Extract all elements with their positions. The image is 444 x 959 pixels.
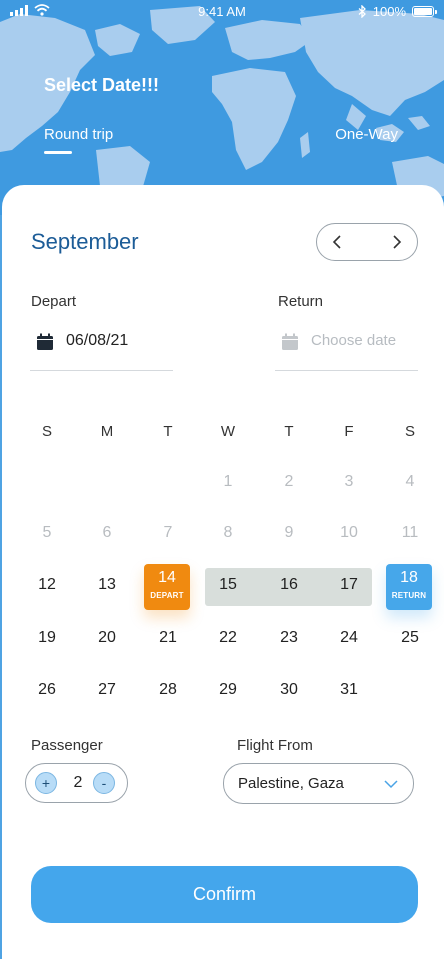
calendar-day[interactable]: 2 [269,473,309,491]
calendar-day[interactable]: 26 [27,681,67,699]
depart-date-field[interactable]: 06/08/21 [30,327,173,371]
calendar-day[interactable]: 31 [329,681,369,699]
calendar-day[interactable]: 27 [87,681,127,699]
return-date-field[interactable]: Choose date [275,327,418,371]
decrement-button[interactable]: - [93,772,115,794]
calendar-day[interactable]: 29 [208,681,248,699]
depart-label: Depart [31,293,77,310]
chevron-right-icon[interactable] [387,233,405,251]
calendar-day[interactable]: 8 [208,524,248,542]
weekday-label: M [100,423,114,440]
flight-from-value: Palestine, Gaza [238,775,344,792]
bluetooth-icon [358,5,366,18]
calendar-day[interactable]: 24 [329,629,369,647]
battery-percent: 100% [372,4,406,19]
status-bar: 9:41 AM 100% [0,4,444,22]
calendar-day[interactable]: 22 [208,629,248,647]
calendar-day[interactable]: 11 [390,524,430,542]
weekday-label: F [344,423,354,440]
tab-active-indicator [44,151,72,154]
depart-date-value: 06/08/21 [66,332,129,349]
calendar-day[interactable]: 23 [269,629,309,647]
calendar-day[interactable]: 20 [87,629,127,647]
calendar-day[interactable]: 5 [27,524,67,542]
calendar-day[interactable]: 30 [269,681,309,699]
weekday-label: W [220,423,236,440]
return-day-tag: RETURN [391,591,427,600]
flight-from-label: Flight From [237,737,313,754]
calendar-icon [37,333,53,350]
return-day-badge[interactable]: 18 RETURN [386,564,432,610]
world-map-image [0,6,444,215]
calendar-icon [282,333,298,350]
calendar-day[interactable]: 12 [27,576,67,594]
calendar-day[interactable]: 25 [390,629,430,647]
calendar-day[interactable]: 9 [269,524,309,542]
chevron-down-icon [384,780,398,789]
calendar-day[interactable]: 19 [27,629,67,647]
weekday-label: T [163,423,173,440]
calendar-day[interactable]: 28 [148,681,188,699]
passenger-label: Passenger [31,737,103,754]
weekday-label: S [41,423,52,440]
return-date-placeholder: Choose date [311,332,397,349]
calendar-day[interactable]: 4 [390,473,430,491]
calendar-day[interactable]: 13 [87,576,127,594]
calendar-day[interactable]: 16 [269,576,309,594]
confirm-button[interactable]: Confirm [31,866,418,923]
weekday-label: T [284,423,294,440]
calendar-day[interactable]: 21 [148,629,188,647]
passenger-stepper: + 2 - [25,763,128,803]
calendar-day[interactable]: 15 [208,576,248,594]
booking-card: September Depart Return 06/08/21 Choose … [2,185,444,959]
month-title: September [31,229,139,254]
tab-one-way[interactable]: One-Way [335,126,398,143]
calendar-day[interactable]: 3 [329,473,369,491]
calendar-day[interactable]: 1 [208,473,248,491]
return-label: Return [278,293,324,310]
depart-day-tag: DEPART [150,591,184,600]
increment-button[interactable]: + [35,772,57,794]
header: 9:41 AM 100% Select Date!!! Round trip O… [0,0,444,215]
return-day-number: 18 [400,569,418,586]
depart-day-number: 14 [158,569,176,586]
weekday-label: S [404,423,415,440]
chevron-left-icon[interactable] [329,233,347,251]
calendar-day[interactable]: 6 [87,524,127,542]
month-navigator [316,223,418,261]
calendar-day[interactable]: 7 [148,524,188,542]
page-title: Select Date!!! [44,75,160,95]
passenger-count: 2 [73,774,83,791]
battery-icon [412,6,437,17]
flight-from-select[interactable]: Palestine, Gaza [223,763,414,804]
calendar-day[interactable]: 17 [329,576,369,594]
calendar-day[interactable]: 10 [329,524,369,542]
tab-round-trip[interactable]: Round trip [44,126,113,143]
status-right: 100% [358,4,437,19]
weekday-header: S M T W T F S [2,423,444,441]
depart-day-badge[interactable]: 14 DEPART [144,564,190,610]
